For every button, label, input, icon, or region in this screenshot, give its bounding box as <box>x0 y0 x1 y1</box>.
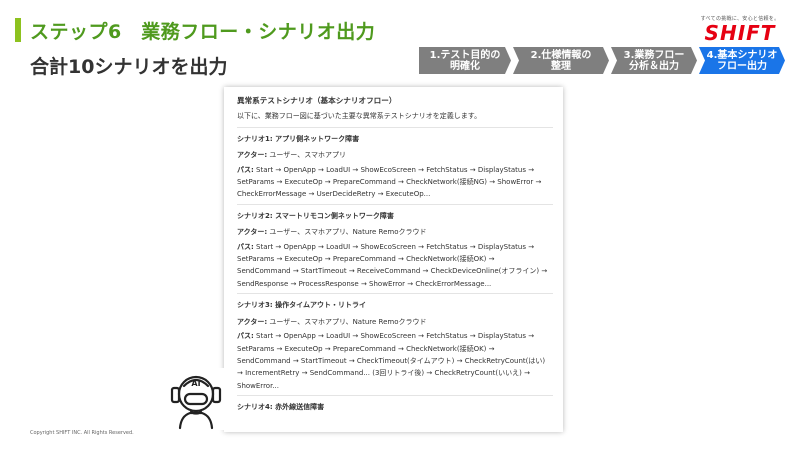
scenario-path: パス: Start → OpenApp → LoadUI → ShowEcoSc… <box>237 330 563 392</box>
divider <box>237 395 553 397</box>
path-text: Start → OpenApp → LoadUI → ShowEcoScreen… <box>237 242 548 288</box>
divider <box>237 126 553 128</box>
step-3-flow: 3.業務フロー 分析＆出力 <box>611 47 697 74</box>
scenario-title: シナリオ1: アプリ側ネットワーク障害 <box>237 134 360 143</box>
step-1-purpose: 1.テスト目的の 明確化 <box>419 47 511 74</box>
title-accent-bar <box>15 18 21 42</box>
document-intro: 以下に、業務フロー図に基づいた主要な異常系テストシナリオを定義します。 <box>237 112 482 121</box>
path-text: Start → OpenApp → LoadUI → ShowEcoScreen… <box>237 332 546 390</box>
path-label: パス: <box>237 332 254 341</box>
scenario-actors: アクター: ユーザー、スマホアプリ <box>237 149 563 161</box>
page-subtitle: 合計10シナリオを出力 <box>30 56 228 78</box>
page-title: ステップ6 業務フロー・シナリオ出力 <box>30 21 376 43</box>
scenario-title: シナリオ2: スマートリモコン側ネットワーク障害 <box>237 211 394 220</box>
actor-label: アクター: <box>237 228 268 237</box>
step-progress: 1.テスト目的の 明確化 2.仕様情報の 整理 3.業務フロー 分析＆出力 4.… <box>419 47 785 74</box>
robot-badge-text: AI <box>191 379 200 388</box>
robot-illustration: AI <box>170 375 222 430</box>
step-4-scenario-active: 4.基本シナリオ フロー出力 <box>699 47 785 74</box>
actor-label: アクター: <box>237 317 268 326</box>
divider <box>237 203 553 205</box>
scenario-actors: アクター: ユーザー、スマホアプリ、Nature Remoクラウド <box>237 316 563 328</box>
copyright-footer: Copyright SHIFT INC. All Rights Reserved… <box>30 430 134 436</box>
logo-wordmark: SHIFT <box>704 21 776 45</box>
scenario-path: パス: Start → OpenApp → LoadUI → ShowEcoSc… <box>237 241 563 291</box>
document-title: 異常系テストシナリオ（基本シナリオフロー） <box>237 96 397 105</box>
actor-label: アクター: <box>237 151 268 160</box>
scenario-path: パス: Start → OpenApp → LoadUI → ShowEcoSc… <box>237 164 563 201</box>
ai-robot-icon: AI <box>168 368 224 430</box>
shift-logo: すべての挑戦に、安心と信頼を。 SHIFT <box>700 15 780 45</box>
actors-text: ユーザー、スマホアプリ <box>269 151 346 160</box>
path-label: パス: <box>237 242 254 251</box>
scenario-title: シナリオ3: 操作タイムアウト・リトライ <box>237 301 366 310</box>
divider <box>237 293 553 295</box>
step-2-spec: 2.仕様情報の 整理 <box>513 47 609 74</box>
scenario-document[interactable]: 異常系テストシナリオ（基本シナリオフロー） 以下に、業務フロー図に基づいた主要な… <box>224 87 563 432</box>
actors-text: ユーザー、スマホアプリ、Nature Remoクラウド <box>269 317 427 326</box>
scenario-title: シナリオ4: 赤外線送信障害 <box>237 403 325 412</box>
path-label: パス: <box>237 165 254 174</box>
path-text: Start → OpenApp → LoadUI → ShowEcoScreen… <box>237 165 542 199</box>
actors-text: ユーザー、スマホアプリ、Nature Remoクラウド <box>269 228 427 237</box>
scenario-actors: アクター: ユーザー、スマホアプリ、Nature Remoクラウド <box>237 226 563 238</box>
